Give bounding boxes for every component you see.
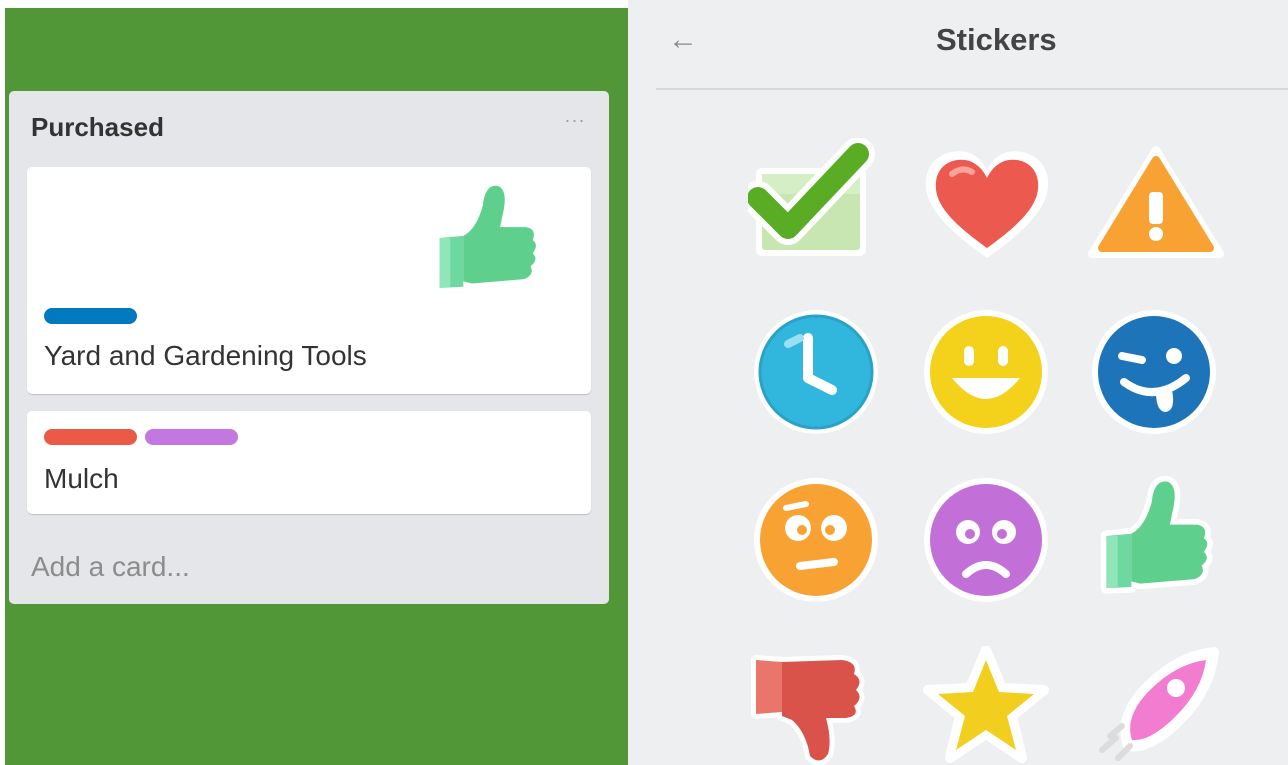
huh-sticker[interactable] xyxy=(752,476,880,604)
laugh-sticker[interactable] xyxy=(1090,308,1218,436)
thumbs-down-sticker[interactable] xyxy=(746,650,886,765)
star-sticker[interactable] xyxy=(922,646,1050,765)
panel-divider xyxy=(656,88,1288,90)
add-card-link[interactable]: Add a card... xyxy=(31,551,190,583)
back-arrow-icon[interactable]: ← xyxy=(668,22,708,58)
rocketship-sticker[interactable] xyxy=(1088,646,1222,765)
card-yard-tools[interactable]: Yard and Gardening Tools xyxy=(27,167,591,394)
card-label-purple xyxy=(145,429,238,445)
smile-sticker[interactable] xyxy=(922,308,1050,436)
clock-sticker[interactable] xyxy=(752,308,880,436)
panel-title: Stickers xyxy=(936,22,1057,57)
card-mulch[interactable]: Mulch xyxy=(27,411,591,514)
card-title: Yard and Gardening Tools xyxy=(44,340,367,371)
window-top-edge xyxy=(0,0,628,8)
card-label-red xyxy=(44,429,137,445)
card-title: Mulch xyxy=(44,463,119,494)
heart-sticker[interactable] xyxy=(922,146,1052,264)
warning-sticker[interactable] xyxy=(1088,146,1224,262)
list-purchased: Purchased ··· Yard and Gardening Tools M… xyxy=(9,91,609,604)
sticker-panel: ← Stickers xyxy=(628,0,1288,765)
frown-sticker[interactable] xyxy=(922,476,1050,604)
list-menu-button[interactable]: ··· xyxy=(560,111,590,134)
check-sticker[interactable] xyxy=(748,138,888,263)
thumbs-up-sticker xyxy=(434,180,542,294)
thumbs-up-sticker[interactable] xyxy=(1086,468,1222,604)
list-title[interactable]: Purchased xyxy=(31,112,164,143)
card-label-blue xyxy=(44,308,137,324)
